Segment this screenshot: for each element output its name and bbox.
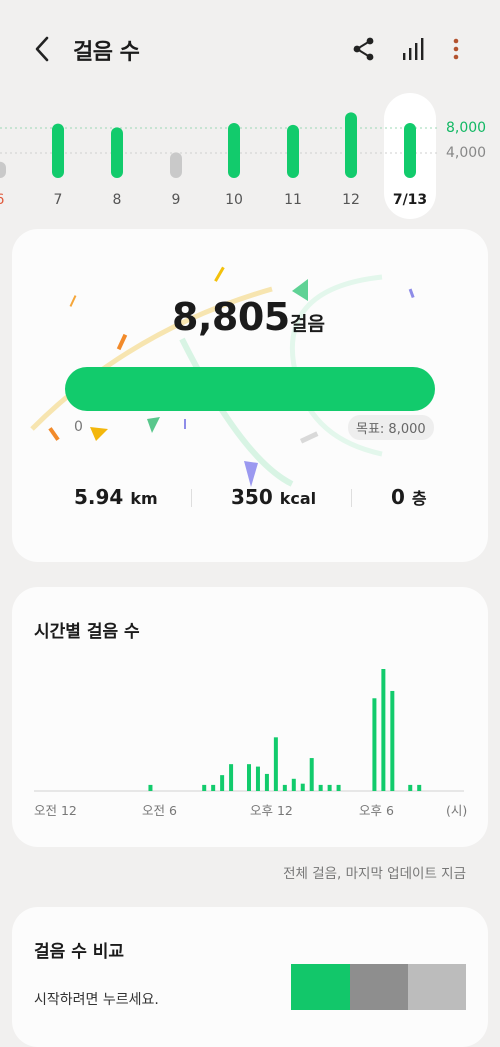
axis-label-goal: 8,000	[446, 120, 487, 136]
hourly-bar	[211, 784, 216, 791]
stat-divider	[191, 489, 192, 507]
hourly-bar	[381, 669, 386, 791]
calories-stat: 350 kcal	[231, 485, 316, 509]
hourly-bar	[255, 766, 260, 791]
hourly-bar	[408, 784, 413, 791]
hourly-steps-card[interactable]: 시간별 걸음 수 오전 12 오전 6 오후 12 오후 6 (시)	[12, 587, 488, 847]
page-title: 걸음 수	[73, 40, 140, 65]
hourly-bar	[220, 775, 225, 791]
weekly-day-label[interactable]: 7/13	[390, 192, 430, 208]
hourly-bar	[229, 764, 234, 791]
weekly-day-label[interactable]: 10	[214, 192, 254, 208]
hourly-bar	[318, 784, 323, 791]
hourly-bar	[282, 784, 287, 791]
bar-chart-icon[interactable]	[399, 34, 427, 64]
weekly-bar[interactable]	[228, 123, 240, 178]
calories-unit: kcal	[279, 489, 317, 508]
weekly-day-label[interactable]: 6	[0, 192, 20, 208]
hourly-bar	[300, 783, 305, 791]
hourly-bar	[336, 784, 341, 791]
axis-label-half: 4,000	[446, 145, 487, 161]
hourly-bar	[148, 784, 153, 791]
x-label-0: 오전 12	[34, 803, 77, 818]
hourly-bar	[291, 778, 296, 791]
hourly-bar	[417, 784, 422, 791]
weekly-bar[interactable]	[345, 112, 357, 178]
steps-summary-card[interactable]: 8,805 걸음 0 목표: 8,000 5.94 km 350 kcal 0 …	[12, 229, 488, 562]
calories-value: 350	[231, 485, 273, 509]
compare-bar-avg	[408, 964, 466, 1010]
floors-stat: 0 층	[391, 485, 427, 509]
floors-value: 0	[391, 485, 405, 509]
goal-badge: 목표: 8,000	[348, 415, 434, 440]
compare-hint: 시작하려면 누르세요.	[34, 992, 159, 1008]
compare-title: 걸음 수 비교	[34, 942, 125, 962]
step-count: 8,805	[172, 295, 290, 339]
hourly-bar	[327, 784, 332, 791]
weekly-day-label[interactable]: 12	[331, 192, 371, 208]
floors-unit: 층	[411, 489, 427, 508]
weekly-day-label[interactable]: 7	[38, 192, 78, 208]
weekly-bar[interactable]	[287, 124, 299, 178]
weekly-steps-strip: 6 7 8 9 10 11 12 7/13 8,000 4,000	[0, 92, 500, 220]
hourly-bar	[264, 773, 269, 791]
weekly-bar[interactable]	[0, 161, 6, 178]
hourly-bar	[372, 698, 377, 791]
x-label-2: 오후 12	[250, 803, 293, 818]
x-label-4: (시)	[446, 803, 468, 818]
distance-stat: 5.94 km	[74, 485, 158, 509]
stat-divider	[351, 489, 352, 507]
progress-start-label: 0	[74, 419, 83, 435]
weekly-day-label[interactable]: 11	[273, 192, 313, 208]
hourly-bar	[247, 764, 251, 791]
update-status: 전체 걸음, 마지막 업데이트 지금	[283, 866, 466, 882]
weekly-day-label[interactable]: 8	[97, 192, 137, 208]
step-unit: 걸음	[290, 313, 325, 335]
more-vertical-icon[interactable]	[443, 34, 471, 64]
back-arrow-icon[interactable]	[30, 34, 56, 64]
weekly-bar[interactable]	[111, 127, 123, 178]
compare-bar-you	[291, 964, 350, 1010]
x-label-3: 오후 6	[359, 803, 394, 818]
hourly-bar	[273, 737, 278, 791]
x-label-1: 오전 6	[142, 803, 177, 818]
distance-unit: km	[130, 489, 158, 508]
distance-value: 5.94	[74, 485, 124, 509]
weekly-day-label[interactable]: 9	[156, 192, 196, 208]
weekly-bar[interactable]	[52, 123, 64, 178]
hourly-bar	[309, 758, 314, 791]
weekly-bar[interactable]	[404, 122, 416, 178]
steps-compare-card[interactable]: 걸음 수 비교 시작하려면 누르세요.	[12, 907, 488, 1047]
hourly-bar	[390, 690, 395, 791]
share-icon[interactable]	[350, 34, 378, 64]
goal-progress-bar	[65, 367, 435, 411]
app-header: 걸음 수	[0, 0, 500, 100]
compare-bar-mid	[350, 964, 408, 1010]
hourly-bar	[202, 784, 207, 791]
weekly-bar[interactable]	[170, 152, 182, 178]
